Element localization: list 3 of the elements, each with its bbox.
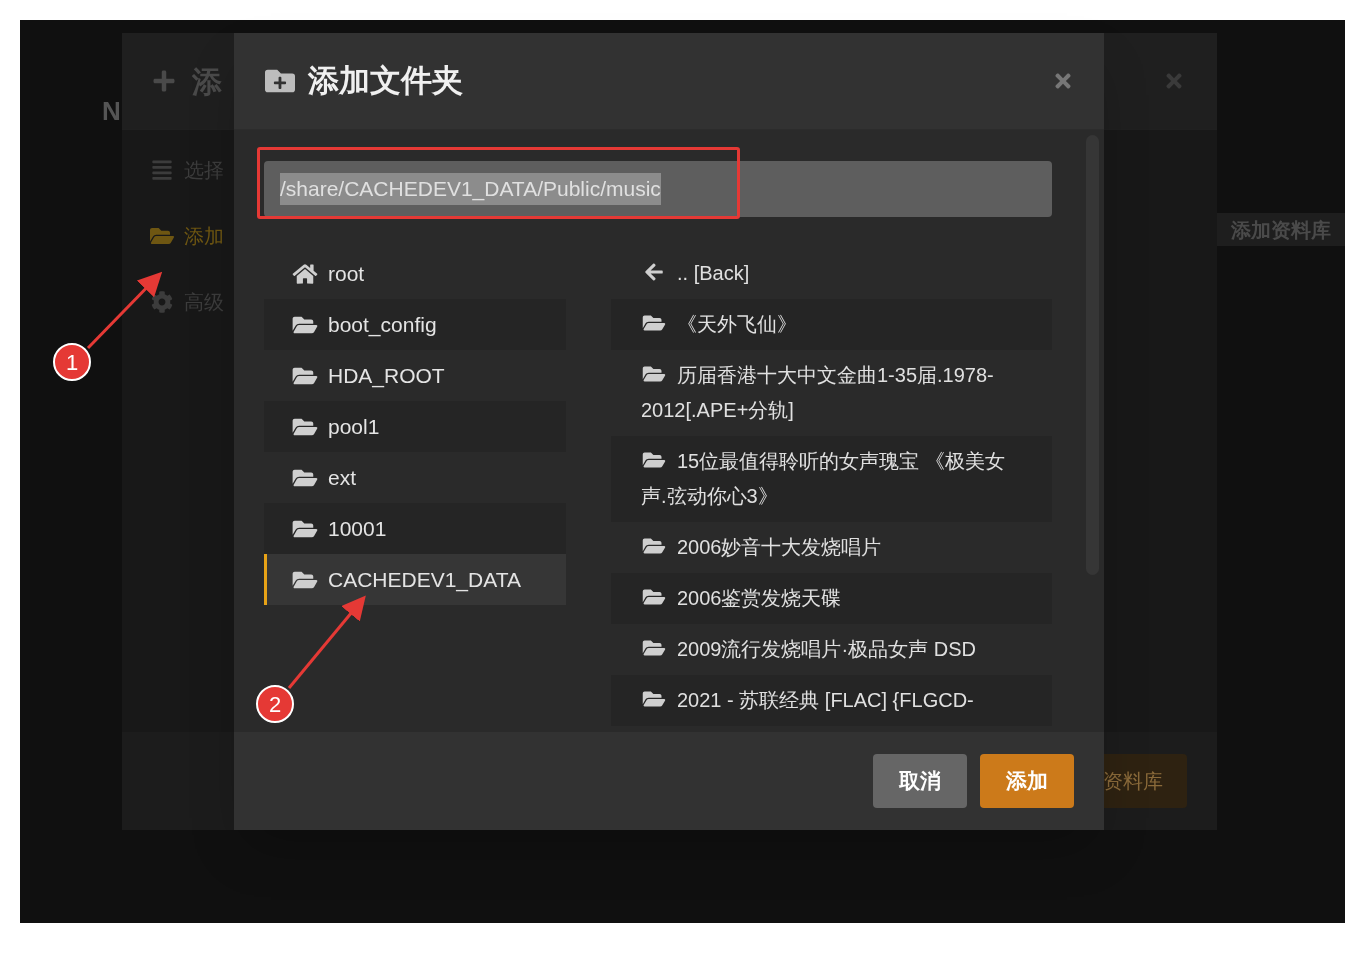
- heading-fragment: N: [102, 95, 121, 128]
- selected-text: /share/CACHEDEV1_DATA/Public/music: [280, 173, 661, 205]
- dialog-title: 添加文件夹: [308, 61, 463, 100]
